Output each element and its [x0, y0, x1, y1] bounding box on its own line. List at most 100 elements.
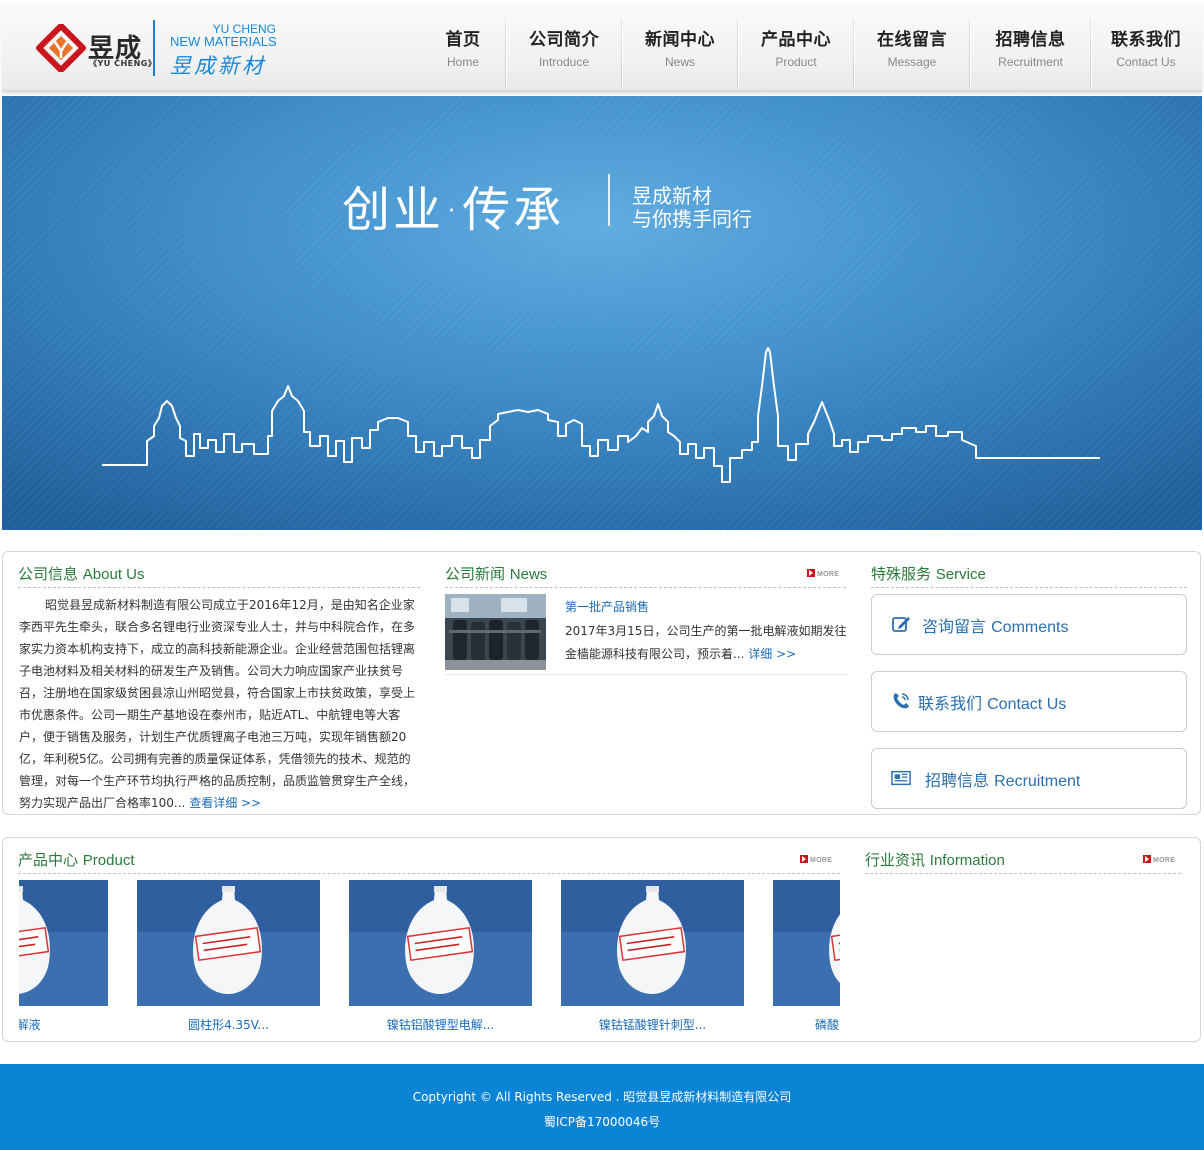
product-photo-image — [773, 880, 840, 1006]
about-more-link[interactable]: 查看详细 >> — [189, 796, 261, 810]
service-label: 招聘信息 Recruitment — [925, 767, 1080, 791]
product-card[interactable]: 镍钴锰酸锂针刺型... — [561, 880, 744, 1033]
nav-label-en: Recruitment — [998, 55, 1063, 69]
nav-label-cn: 联系我们 — [1111, 30, 1181, 50]
service-label-en: Contact Us — [987, 696, 1067, 713]
product-photo-image — [349, 880, 532, 1006]
news-item-summary: 2017年3月15日，公司生产的第一批电解液如期发往金樯能源科技有限公司，预示着… — [565, 620, 847, 666]
product-card[interactable]: 磷酸 — [773, 880, 840, 1033]
section-divider — [445, 587, 846, 588]
product-card[interactable]: 镍钴铝酸锂型电解... — [349, 880, 532, 1033]
more-label: MORE — [810, 857, 833, 864]
about-title: 公司信息 About Us — [18, 563, 145, 584]
service-label-en: Comments — [991, 619, 1069, 636]
nav-label-en: Contact Us — [1116, 55, 1176, 69]
industry-more-link[interactable]: MORE — [1143, 855, 1175, 866]
news-more-link[interactable]: MORE — [807, 569, 839, 580]
news-title-cn: 公司新闻 — [445, 565, 506, 583]
service-label-en: Recruitment — [994, 773, 1081, 790]
product-name: 锂电解液 — [19, 1018, 41, 1032]
product-name: 磷酸 — [815, 1018, 840, 1032]
footer-copyright: Coptyright © All Rights Reserved . 昭觉县昱成… — [412, 1090, 792, 1104]
nav-label-en: News — [664, 55, 695, 69]
nav-label-en: Introduce — [538, 55, 590, 69]
service-label-cn: 招聘信息 — [925, 771, 990, 790]
section-divider — [865, 873, 1181, 874]
nav-item-contact[interactable]: 联系我们 Contact Us — [1093, 17, 1199, 87]
nav-item-message[interactable]: 在线留言 Message — [856, 17, 968, 87]
product-title-en: Product — [82, 852, 135, 869]
news-item-title[interactable]: 第一批产品销售 — [565, 598, 649, 615]
news-photo-image — [445, 594, 546, 670]
nav-label-cn: 招聘信息 — [995, 30, 1066, 50]
service-title-cn: 特殊服务 — [871, 565, 932, 583]
city-skyline-illustration — [102, 347, 1100, 483]
nav-label-cn: 首页 — [445, 30, 481, 50]
product-card[interactable]: 锂电解液 — [19, 880, 108, 1033]
product-name: 圆柱形4.35V... — [188, 1018, 269, 1032]
product-image — [19, 880, 108, 1006]
product-title: 产品中心 Product — [18, 849, 135, 870]
industry-title-cn: 行业资讯 — [865, 851, 926, 869]
about-text: 昭觉县昱成新材料制造有限公司成立于2016年12月，是由知名企业家李西平先生牵头… — [19, 594, 419, 814]
nav-label-cn: 产品中心 — [761, 30, 831, 50]
industry-title-en: Information — [929, 852, 1005, 869]
nav-item-home[interactable]: 首页 Home — [422, 17, 504, 87]
product-photo-image — [19, 880, 108, 1006]
service-comments-button[interactable]: 咨询留言 Comments — [871, 594, 1187, 655]
site-footer: Coptyright © All Rights Reserved . 昭觉县昱成… — [0, 1064, 1204, 1150]
about-title-en: About Us — [82, 566, 145, 583]
product-image — [349, 880, 532, 1006]
more-arrow-icon — [800, 855, 808, 863]
section-divider — [871, 587, 1187, 588]
product-name: 镍钴锰酸锂针刺型... — [598, 1018, 707, 1032]
product-image — [137, 880, 320, 1006]
nav-separator — [505, 19, 507, 89]
newspaper-icon — [891, 770, 911, 786]
nav-label-en: Product — [775, 55, 817, 69]
service-title: 特殊服务 Service — [871, 563, 986, 584]
nav-label-en: Message — [887, 55, 937, 69]
nav-item-introduce[interactable]: 公司简介 Introduce — [508, 17, 620, 87]
section-divider — [18, 587, 420, 588]
more-label: MORE — [817, 571, 840, 578]
product-card[interactable]: 圆柱形4.35V... — [137, 880, 320, 1033]
product-photo-image — [561, 880, 744, 1006]
service-label: 咨询留言 Comments — [922, 613, 1068, 637]
nav-label-cn: 在线留言 — [877, 30, 947, 50]
service-label-cn: 联系我们 — [918, 694, 983, 713]
product-image — [561, 880, 744, 1006]
news-section-title: 公司新闻 News — [445, 563, 547, 584]
service-recruitment-button[interactable]: 招聘信息 Recruitment — [871, 748, 1187, 809]
more-arrow-icon — [1143, 855, 1151, 863]
news-detail-link[interactable]: 详细 >> — [748, 647, 796, 661]
product-title-cn: 产品中心 — [18, 851, 79, 869]
phone-icon — [893, 693, 909, 709]
service-contact-button[interactable]: 联系我们 Contact Us — [871, 671, 1187, 732]
section-divider — [18, 873, 840, 874]
more-label: MORE — [1153, 857, 1176, 864]
product-more-link[interactable]: MORE — [800, 855, 832, 866]
nav-item-news[interactable]: 新闻中心 News — [624, 17, 736, 87]
footer-icp[interactable]: 蜀ICP备17000046号 — [0, 1113, 1204, 1130]
nav-label-cn: 新闻中心 — [645, 30, 715, 50]
product-image — [773, 880, 840, 1006]
product-carousel: 锂电解液 圆柱形4.35V... — [19, 880, 840, 1040]
news-list-divider — [445, 674, 846, 675]
product-section: 产品中心 Product MORE 锂电解液 — [2, 837, 1201, 1042]
info-section: 公司信息 About Us 昭觉县昱成新材料制造有限公司成立于2016年12月，… — [2, 551, 1201, 815]
product-name: 镍钴铝酸锂型电解... — [386, 1018, 495, 1032]
edit-icon — [892, 617, 910, 632]
site-header: 昱成 《YU CHENG》 YU CHENG NEW MATERIALS 昱成新… — [2, 2, 1202, 92]
nav-separator — [1090, 19, 1092, 89]
news-summary-text: 2017年3月15日，公司生产的第一批电解液如期发往金樯能源科技有限公司，预示着… — [565, 624, 847, 661]
service-label-cn: 咨询留言 — [922, 617, 987, 636]
news-thumbnail[interactable] — [445, 594, 546, 670]
nav-item-product[interactable]: 产品中心 Product — [740, 17, 852, 87]
service-label: 联系我们 Contact Us — [918, 690, 1066, 714]
nav-label-en: Home — [446, 55, 479, 69]
nav-separator — [853, 19, 855, 89]
nav-label-cn: 公司简介 — [529, 30, 599, 50]
product-photo-image — [137, 880, 320, 1006]
nav-item-recruitment[interactable]: 招聘信息 Recruitment — [972, 17, 1089, 87]
